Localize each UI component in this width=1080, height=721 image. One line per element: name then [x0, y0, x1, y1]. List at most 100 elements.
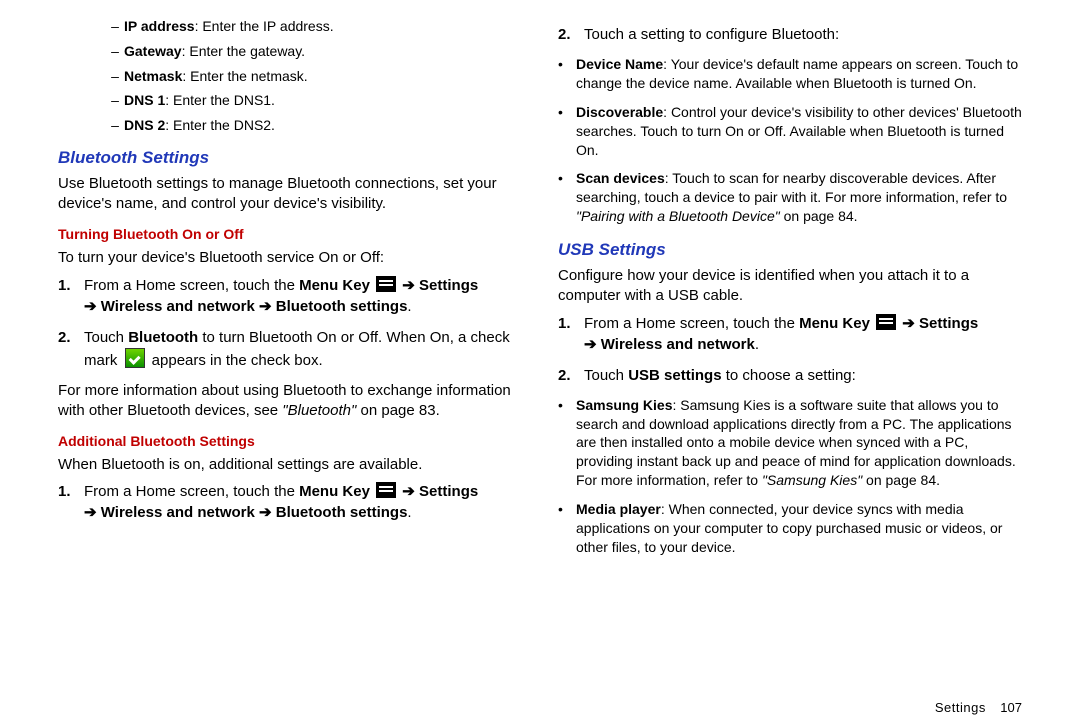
list-item: Scan devices: Touch to scan for nearby d… [558, 169, 1022, 226]
bluetooth-label: Bluetooth [128, 329, 198, 346]
dash-icon [106, 43, 124, 60]
bluetooth-intro: Use Bluetooth settings to manage Bluetoo… [58, 174, 522, 215]
settings-label: Settings [419, 483, 478, 500]
usb-options-list: Samsung Kies: Samsung Kies is a software… [558, 396, 1022, 557]
ip-settings-list: IP address: Enter the IP address. Gatewa… [58, 18, 522, 134]
left-column: IP address: Enter the IP address. Gatewa… [40, 18, 540, 700]
list-item: Media player: When connected, your devic… [558, 500, 1022, 557]
step-2: 2. Touch Bluetooth to turn Bluetooth On … [58, 327, 522, 371]
step-text: From a Home screen, touch the Menu Key S… [84, 275, 478, 317]
text: on page 83. [356, 402, 439, 419]
heading-bluetooth-settings: Bluetooth Settings [58, 148, 522, 168]
step-number: 2. [58, 327, 84, 348]
step-2: 2. Touch a setting to configure Bluetoot… [558, 24, 1022, 45]
term: Device Name [576, 56, 663, 72]
menu-key-icon [376, 276, 396, 292]
additional-intro: When Bluetooth is on, additional setting… [58, 455, 522, 475]
bullet-icon [558, 103, 576, 122]
list-item: Netmask: Enter the netmask. [106, 68, 522, 85]
footer-section: Settings [935, 700, 986, 715]
step-text: Touch Bluetooth to turn Bluetooth On or … [84, 327, 522, 371]
dash-icon [106, 68, 124, 85]
desc: : Enter the netmask. [182, 68, 307, 84]
page-number: 107 [1000, 700, 1022, 715]
path-segment: Bluetooth settings [276, 298, 408, 315]
period: . [755, 336, 759, 353]
menu-key-label: Menu Key [299, 277, 370, 294]
text: on page 84. [862, 472, 940, 488]
term: DNS 1 [124, 92, 165, 108]
cross-ref: "Bluetooth" [282, 402, 356, 419]
term: Samsung Kies [576, 397, 672, 413]
turning-intro: To turn your device's Bluetooth service … [58, 248, 522, 268]
menu-key-icon [876, 314, 896, 330]
arrow-icon [584, 336, 601, 353]
step-1: 1. From a Home screen, touch the Menu Ke… [58, 481, 522, 523]
menu-key-label: Menu Key [299, 483, 370, 500]
term: Discoverable [576, 104, 663, 120]
dash-icon [106, 117, 124, 134]
term: Media player [576, 501, 661, 517]
step-number: 1. [58, 275, 84, 296]
bullet-icon [558, 169, 576, 188]
settings-label: Settings [419, 277, 478, 294]
list-item: Gateway: Enter the gateway. [106, 43, 522, 60]
path-segment: Wireless and network [101, 504, 255, 521]
step-number: 2. [558, 24, 584, 45]
more-info: For more information about using Bluetoo… [58, 381, 522, 422]
text: Touch [84, 329, 128, 346]
right-column: 2. Touch a setting to configure Bluetoot… [540, 18, 1040, 700]
usb-steps: 1. From a Home screen, touch the Menu Ke… [558, 313, 1022, 386]
additional-steps: 1. From a Home screen, touch the Menu Ke… [58, 481, 522, 523]
checkmark-icon [125, 348, 145, 368]
arrow-icon [84, 504, 101, 521]
arrow-icon [398, 277, 419, 294]
dash-icon [106, 18, 124, 35]
arrow-icon [255, 504, 276, 521]
list-item: Device Name: Your device's default name … [558, 55, 1022, 93]
page-footer: Settings 107 [0, 700, 1080, 721]
step-1: 1. From a Home screen, touch the Menu Ke… [58, 275, 522, 317]
text: appears in the check box. [148, 352, 323, 369]
step-text: Touch USB settings to choose a setting: [584, 365, 856, 386]
step-text: From a Home screen, touch the Menu Key S… [584, 313, 978, 355]
heading-usb-settings: USB Settings [558, 240, 1022, 260]
text: From a Home screen, touch the [84, 277, 299, 294]
term: IP address [124, 18, 195, 34]
step-number: 1. [558, 313, 584, 334]
dash-icon [106, 92, 124, 109]
desc: : Enter the gateway. [182, 43, 305, 59]
period: . [407, 298, 411, 315]
step-text: From a Home screen, touch the Menu Key S… [84, 481, 478, 523]
bullet-icon [558, 500, 576, 519]
text: Touch [584, 367, 628, 384]
text: on page 84. [780, 208, 858, 224]
arrow-icon [84, 298, 101, 315]
heading-turning-bluetooth: Turning Bluetooth On or Off [58, 226, 522, 242]
step-2: 2. Touch USB settings to choose a settin… [558, 365, 1022, 386]
usb-intro: Configure how your device is identified … [558, 266, 1022, 307]
text: to choose a setting: [722, 367, 856, 384]
term: Scan devices [576, 170, 665, 186]
menu-key-icon [376, 482, 396, 498]
turning-steps: 1. From a Home screen, touch the Menu Ke… [58, 275, 522, 371]
list-item: Discoverable: Control your device's visi… [558, 103, 1022, 160]
term: DNS 2 [124, 117, 165, 133]
usb-settings-label: USB settings [628, 367, 721, 384]
page: IP address: Enter the IP address. Gatewa… [0, 0, 1080, 700]
heading-additional-bluetooth: Additional Bluetooth Settings [58, 433, 522, 449]
term: Gateway [124, 43, 182, 59]
arrow-icon [398, 483, 419, 500]
list-item: Samsung Kies: Samsung Kies is a software… [558, 396, 1022, 490]
text: From a Home screen, touch the [584, 315, 799, 332]
arrow-icon [898, 315, 919, 332]
menu-key-label: Menu Key [799, 315, 870, 332]
period: . [407, 504, 411, 521]
list-item: IP address: Enter the IP address. [106, 18, 522, 35]
arrow-icon [255, 298, 276, 315]
term: Netmask [124, 68, 182, 84]
cross-ref: "Pairing with a Bluetooth Device" [576, 208, 780, 224]
text: From a Home screen, touch the [84, 483, 299, 500]
step-number: 1. [58, 481, 84, 502]
settings-label: Settings [919, 315, 978, 332]
